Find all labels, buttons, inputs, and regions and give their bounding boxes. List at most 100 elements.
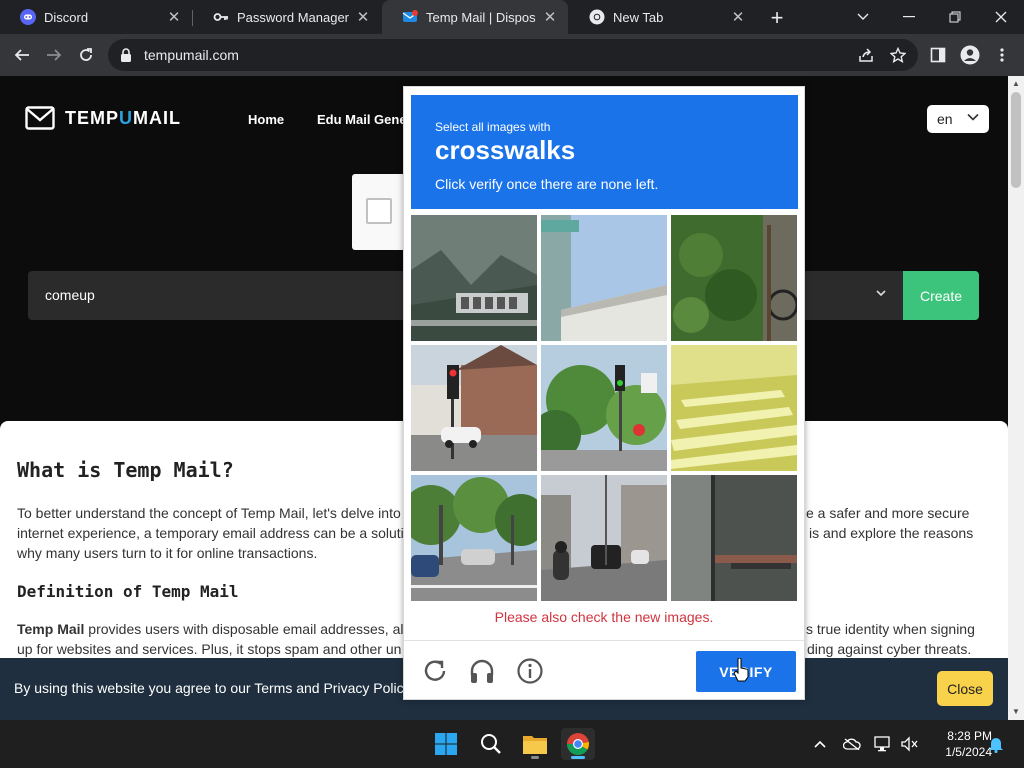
prompt-intro: Select all images with xyxy=(435,120,551,134)
close-tab-icon[interactable]: ✕ xyxy=(166,9,182,26)
cookie-text: By using this website you agree to our T… xyxy=(14,680,411,696)
tab-discord[interactable]: Discord ✕ xyxy=(0,0,192,34)
refresh-icon[interactable] xyxy=(421,657,449,685)
reload-button[interactable] xyxy=(72,41,100,69)
arrow-left-icon xyxy=(14,49,29,61)
captcha-tile-crosswalk-yellow[interactable] xyxy=(671,345,797,471)
tab-temp-mail[interactable]: Temp Mail | Disposable ✕ xyxy=(382,0,568,34)
bold-term: Temp Mail xyxy=(17,621,85,637)
captcha-tile-trees-traffic-light[interactable] xyxy=(541,345,667,471)
close-window-button[interactable] xyxy=(978,0,1024,34)
search-icon xyxy=(481,734,501,754)
arrow-right-icon xyxy=(47,49,62,61)
restore-icon xyxy=(949,11,961,23)
volume-muted-icon[interactable] xyxy=(899,734,919,754)
folder-icon xyxy=(523,736,547,754)
chrome-icon xyxy=(589,9,605,25)
close-tab-icon[interactable]: ✕ xyxy=(542,9,558,26)
clock-time: 8:28 PM xyxy=(947,729,992,743)
cookie-close-button[interactable]: Close xyxy=(937,671,993,706)
paragraph-text: s true identity when signing xyxy=(806,621,975,637)
paragraph-text: ding against cyber threats. xyxy=(807,641,972,657)
scroll-down-icon[interactable]: ▼ xyxy=(1012,708,1020,716)
article-heading: What is Temp Mail? xyxy=(17,458,234,482)
bookmark-button[interactable] xyxy=(884,41,912,69)
tab-password-manager[interactable]: Password Manager ✕ xyxy=(193,0,381,34)
windows-logo-icon xyxy=(435,733,457,755)
running-indicator xyxy=(571,756,585,759)
tab-new-tab[interactable]: New Tab ✕ xyxy=(569,0,756,34)
email-value: comeup xyxy=(45,287,95,303)
paragraph-text: up for websites and services. Plus, it s… xyxy=(17,641,402,657)
info-icon[interactable] xyxy=(516,657,544,685)
tab-title: New Tab xyxy=(613,9,664,25)
captcha-checkbox[interactable] xyxy=(366,198,392,224)
page-scrollbar[interactable]: ▲ ▼ xyxy=(1008,76,1024,720)
address-bar[interactable]: tempumail.com xyxy=(108,39,918,71)
captcha-warning: Please also check the new images. xyxy=(494,609,714,625)
captcha-tile-street-traffic-light-house[interactable] xyxy=(411,345,537,471)
onedrive-icon[interactable] xyxy=(842,734,862,754)
captcha-prompt-header: Select all images with crosswalks Click … xyxy=(411,95,798,209)
tempmail-favicon xyxy=(402,9,418,25)
reload-icon xyxy=(80,48,92,61)
close-icon xyxy=(995,11,1007,23)
url-text: tempumail.com xyxy=(144,47,239,63)
new-tab-button[interactable]: + xyxy=(764,5,790,31)
back-button[interactable] xyxy=(8,41,36,69)
close-tab-icon[interactable]: ✕ xyxy=(355,9,371,26)
domain-dropdown-icon[interactable] xyxy=(876,285,886,300)
start-button[interactable] xyxy=(429,728,463,760)
headphones-icon[interactable] xyxy=(468,657,496,685)
tab-title: Password Manager xyxy=(237,9,349,25)
prompt-target: crosswalks xyxy=(435,135,576,165)
captcha-tile-road-trees-cars[interactable] xyxy=(411,475,537,601)
hand-pointer-icon xyxy=(733,658,749,682)
chrome-taskbar-button[interactable] xyxy=(561,728,595,760)
captcha-tile-truck-side[interactable] xyxy=(671,475,797,601)
language-select[interactable]: en xyxy=(927,105,989,133)
system-clock[interactable]: 8:28 PM 1/5/2024 xyxy=(922,728,992,760)
chrome-icon xyxy=(567,733,589,755)
close-tab-icon[interactable]: ✕ xyxy=(730,9,746,26)
browser-toolbar: tempumail.com xyxy=(0,34,1024,76)
captcha-tile-street-motorcycle-traffic[interactable] xyxy=(541,475,667,601)
language-value: en xyxy=(937,111,953,127)
paragraph-text: is and explore the reasons xyxy=(809,525,974,541)
browser-tab-bar: Discord ✕ Password Manager ✕ Temp Mail |… xyxy=(0,0,1024,34)
profile-icon xyxy=(960,45,980,65)
chevron-up-icon[interactable] xyxy=(810,734,830,754)
tab-search-button[interactable] xyxy=(840,0,886,34)
menu-button[interactable] xyxy=(988,41,1016,69)
file-explorer-button[interactable] xyxy=(518,728,552,760)
side-panel-button[interactable] xyxy=(924,41,952,69)
site-logo[interactable]: TEMPUMAIL xyxy=(25,106,181,130)
create-button[interactable]: Create xyxy=(903,271,979,320)
captcha-tile-mountain-bridge-sign[interactable] xyxy=(411,215,537,341)
restore-button[interactable] xyxy=(932,0,978,34)
chevron-down-icon xyxy=(857,13,869,20)
windows-taskbar: 8:28 PM 1/5/2024 xyxy=(0,720,1024,768)
kebab-menu-icon xyxy=(1000,48,1004,62)
logo-wordmark: TEMPUMAIL xyxy=(65,107,182,128)
search-button[interactable] xyxy=(474,728,508,760)
forward-button[interactable] xyxy=(40,41,68,69)
captcha-tile-green-hedge-bicycle[interactable] xyxy=(671,215,797,341)
share-icon xyxy=(859,48,873,62)
minimize-button[interactable] xyxy=(886,0,932,34)
notification-bell-icon[interactable] xyxy=(986,734,1006,754)
section-heading: Definition of Temp Mail xyxy=(17,582,239,601)
scrollbar-thumb[interactable] xyxy=(1011,92,1021,188)
nav-home[interactable]: Home xyxy=(248,112,284,127)
captcha-tile-building-roof-sky[interactable] xyxy=(541,215,667,341)
paragraph-text: e a safer and more secure xyxy=(806,505,970,521)
captcha-challenge-dialog: Select all images with crosswalks Click … xyxy=(403,86,805,700)
prompt-instruction: Click verify once there are none left. xyxy=(435,176,659,192)
profile-button[interactable] xyxy=(956,41,984,69)
tab-title: Discord xyxy=(44,9,89,25)
minimize-icon xyxy=(903,16,915,18)
share-button[interactable] xyxy=(852,41,880,69)
scroll-up-icon[interactable]: ▲ xyxy=(1012,80,1020,88)
clock-date: 1/5/2024 xyxy=(945,745,992,759)
network-icon[interactable] xyxy=(873,734,893,754)
